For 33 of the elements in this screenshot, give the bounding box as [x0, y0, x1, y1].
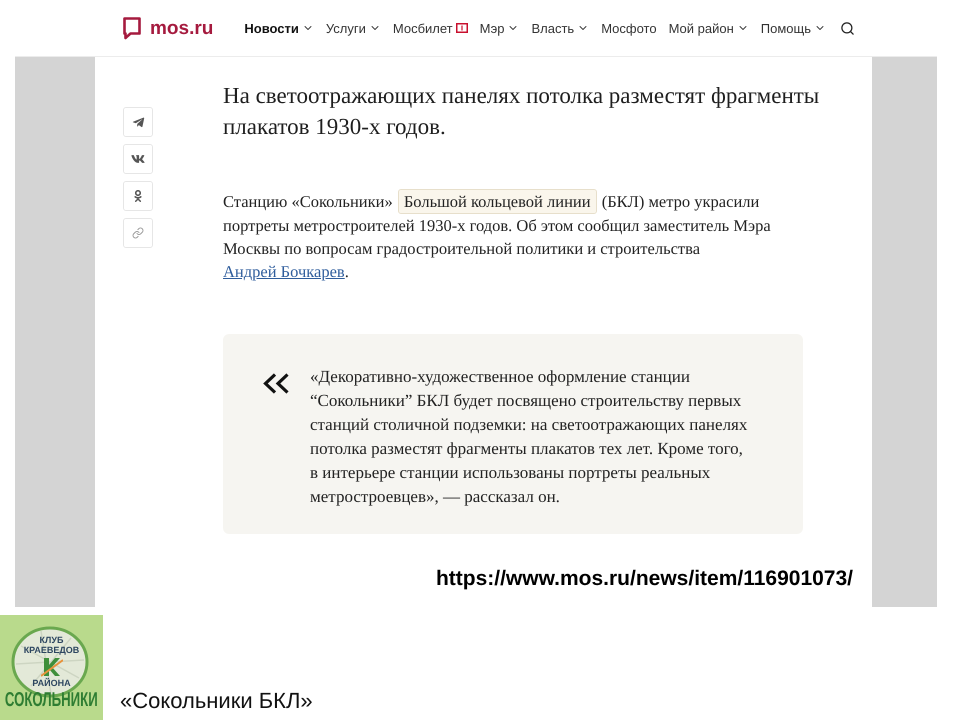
quote-mark-icon [263, 373, 290, 394]
tag-link[interactable]: Большой кольцевой линии [398, 189, 597, 214]
nav-item[interactable]: Мэр [480, 22, 520, 34]
article-title: На светоотражающих панелях потолка разместят фрагменты плакатов 1930-х годов. [223, 82, 820, 141]
site-logo-link[interactable]: mos.ru [122, 16, 214, 40]
share-button[interactable] [123, 144, 153, 174]
share-button[interactable] [123, 107, 153, 137]
nav-item[interactable]: Власть [531, 22, 590, 34]
speech-bubble-icon [122, 16, 142, 40]
ticket-icon [456, 23, 468, 33]
slide-caption: «Сокольники БКЛ» [120, 688, 313, 714]
club-logo-text: КЛУБ [40, 635, 64, 645]
author-link[interactable]: Андрей Бочкарев [223, 262, 345, 281]
article-paragraph: Станцию «Сокольники» Большой кольцевой линии (БКЛ) метро украсили портреты метростроителей 1930-х годов. Об этом сообщил заместитель Мэра Москвы по вопросам градостроительной политики и строительства Андрей Бочкарев. [223, 189, 779, 283]
nav-item[interactable]: Услуги [326, 22, 381, 34]
emblem-icon [40, 657, 62, 677]
nav-item[interactable]: Мосфото [601, 22, 657, 34]
quote-text: «Декоративно-художественное оформление станции “Сокольники” БКЛ будет посвящено строительству первых станций столичной подземки: на светоотражающих панелях потолка разместят фрагменты плакатов тех лет. Кроме того, в интерьере станции использованы портреты реальных метростроевцев», — рассказал он. [310, 366, 748, 508]
paper-plane-icon [132, 116, 144, 128]
source-url: https://www.mos.ru/news/item/116901073/ [436, 567, 853, 591]
share-button[interactable] [123, 181, 153, 211]
ok-logo-icon [132, 190, 144, 202]
nav-item[interactable]: Помощь [760, 22, 826, 34]
nav-item[interactable]: Новости [244, 22, 314, 34]
nav-item[interactable]: Мой район [668, 22, 749, 34]
nav-item[interactable]: Мосбилет [392, 22, 468, 34]
club-logo-name: СОКОЛЬНИКИ [5, 690, 98, 710]
club-logo-text: РАЙОНА [32, 678, 71, 688]
club-logo-text: КРАЕВЕДОВ [24, 645, 80, 655]
vk-logo-icon [131, 152, 145, 166]
search-button[interactable] [840, 20, 856, 36]
link-icon [132, 227, 144, 239]
search-icon [840, 20, 856, 36]
